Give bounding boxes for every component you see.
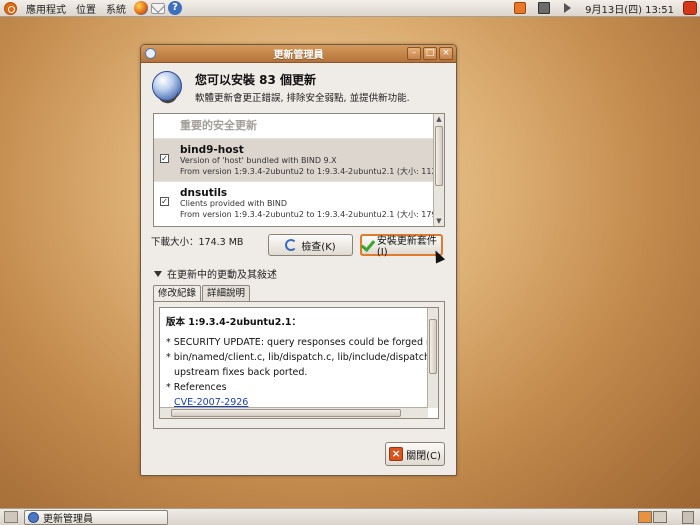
header: 您可以安裝 83 個更新 軟體更新會更正錯誤, 排除安全弱點, 並提供新功能.	[151, 67, 451, 107]
scroll-down-arrow-icon[interactable]: ▼	[434, 216, 444, 226]
menu-applications[interactable]: 應用程式	[21, 1, 71, 16]
update-globe-icon	[152, 71, 182, 101]
maximize-button[interactable]: □	[423, 47, 437, 60]
top-panel: 應用程式 位置 系統 ? 9月13日(四) 13:51	[0, 0, 700, 17]
expander-label: 在更新中的更動及其敍述	[167, 270, 277, 281]
bottom-panel: 更新管理員	[0, 508, 700, 525]
update-manager-window: 更新管理員 – □ × 您可以安裝 83 個更新 軟體更新會更正錯誤, 排除安全…	[140, 44, 457, 476]
update-notifier-icon[interactable]	[514, 2, 527, 14]
changelog-title: 版本 1:9.3.4-2ubuntu2.1：	[166, 317, 302, 328]
menu-places[interactable]: 位置	[71, 1, 101, 16]
package-description: Clients provided with BIND	[180, 199, 288, 208]
package-checkbox[interactable]: ✓	[160, 154, 169, 163]
package-version: From version 1:9.3.4-2ubuntu2 to 1:9.3.4…	[180, 167, 445, 176]
changelog-vscrollbar[interactable]	[427, 308, 438, 408]
changelog-view[interactable]: 版本 1:9.3.4-2ubuntu2.1： * SECURITY UPDATE…	[159, 307, 439, 419]
close-button[interactable]: × 關閉(C)	[385, 442, 445, 466]
firefox-icon[interactable]	[134, 1, 148, 15]
scroll-thumb[interactable]	[171, 409, 401, 417]
show-desktop-icon[interactable]	[4, 511, 18, 523]
check-button-label: 檢查(K)	[301, 241, 336, 253]
list-item[interactable]: ✓ dnsutils Clients provided with BIND Fr…	[154, 181, 444, 224]
package-description: Version of 'host' bundled with BIND 9.X	[180, 156, 337, 165]
scroll-up-arrow-icon[interactable]: ▲	[434, 114, 444, 124]
expander-triangle-icon	[154, 270, 162, 277]
menu-system[interactable]: 系統	[101, 1, 131, 16]
tab-panel: 版本 1:9.3.4-2ubuntu2.1： * SECURITY UPDATE…	[153, 301, 445, 429]
changelog-line: * bin/named/client.c, lib/dispatch.c, li…	[166, 352, 439, 363]
titlebar[interactable]: 更新管理員 – □ ×	[141, 45, 456, 63]
taskbar-item-update-manager[interactable]: 更新管理員	[24, 509, 168, 525]
close-icon: ×	[389, 447, 404, 461]
help-icon[interactable]: ?	[168, 1, 182, 15]
clock[interactable]: 9月13日(四) 13:51	[579, 1, 680, 16]
changelog-line: upstream fixes back ported.	[174, 367, 308, 378]
package-name: bind9-host	[180, 144, 244, 156]
changelog-line: * References	[166, 382, 227, 393]
taskbar-item-label: 更新管理員	[43, 513, 93, 525]
trash-icon[interactable]	[682, 510, 694, 524]
power-icon[interactable]	[683, 1, 697, 15]
tab-description[interactable]: 詳細說明	[202, 285, 251, 301]
volume-icon[interactable]	[564, 3, 572, 13]
workspace-2[interactable]	[653, 511, 667, 523]
list-item[interactable]: ✓ bind9-host Version of 'host' bundled w…	[154, 138, 444, 181]
scroll-thumb[interactable]	[429, 319, 437, 374]
ubuntu-logo-icon[interactable]	[4, 1, 17, 15]
changelog-hscrollbar[interactable]	[160, 407, 428, 418]
refresh-icon	[285, 239, 298, 251]
changes-expander[interactable]: 在更新中的更動及其敍述	[154, 266, 277, 281]
close-window-button[interactable]: ×	[439, 47, 453, 60]
list-scrollbar[interactable]: ▲ ▼	[433, 114, 444, 226]
network-icon[interactable]	[538, 2, 551, 14]
download-size: 下載大小：174.3 MB	[151, 237, 244, 248]
tab-bar: 修改紀錄 詳細說明	[153, 285, 251, 302]
tab-changelog[interactable]: 修改紀錄	[153, 285, 202, 302]
package-version: From version 1:9.3.4-2ubuntu2 to 1:9.3.4…	[180, 210, 445, 219]
update-list[interactable]: 重要的安全更新 ✓ bind9-host Version of 'host' b…	[153, 113, 445, 227]
minimize-button[interactable]: –	[407, 47, 421, 60]
changelog-line: * SECURITY UPDATE: query responses could…	[166, 337, 439, 348]
mail-icon[interactable]	[151, 2, 165, 14]
category-header: 重要的安全更新	[180, 119, 257, 132]
headline: 您可以安裝 83 個更新	[195, 73, 317, 87]
subline: 軟體更新會更正錯誤, 排除安全弱點, 並提供新功能.	[195, 93, 410, 104]
package-name: dnsutils	[180, 187, 228, 199]
package-checkbox[interactable]: ✓	[160, 197, 169, 206]
workspace-1[interactable]	[638, 511, 652, 523]
close-button-label: 關閉(C)	[406, 450, 441, 462]
checkmark-icon	[362, 240, 373, 250]
check-button[interactable]: 檢查(K)	[268, 234, 353, 256]
scroll-thumb[interactable]	[435, 126, 443, 186]
update-manager-icon	[28, 511, 39, 523]
